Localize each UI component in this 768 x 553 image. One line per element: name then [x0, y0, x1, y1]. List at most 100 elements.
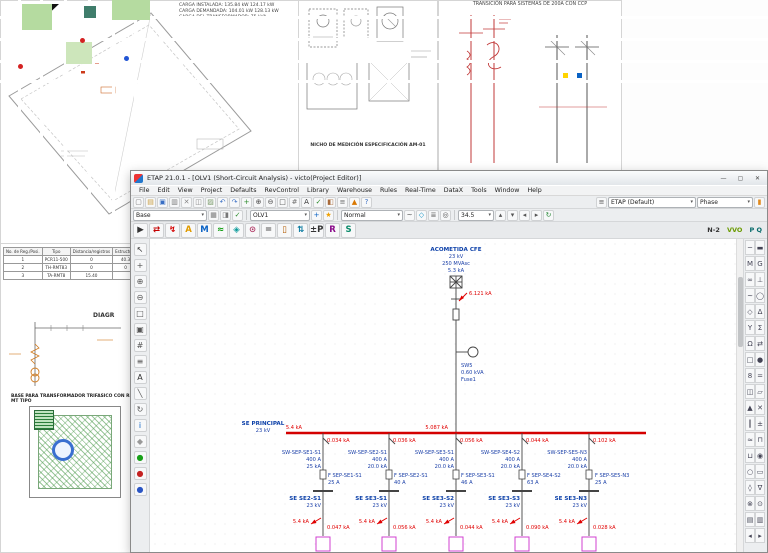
menu-item[interactable]: Library — [303, 187, 333, 194]
fuse-icon[interactable] — [518, 469, 526, 480]
palette-element-icon[interactable]: ▤ — [745, 512, 755, 527]
revision-combo[interactable]: Base ▾ — [133, 209, 207, 221]
palette-element-icon[interactable]: 8 — [745, 368, 755, 383]
scrollbar-thumb[interactable] — [738, 277, 743, 347]
oneline-canvas[interactable]: ACOMETIDA CFE 23 kV 250 MVAsc 5.3 kA 6.1… — [150, 239, 743, 552]
menu-item[interactable]: Defaults — [226, 187, 260, 194]
alert-icon[interactable]: ▲ — [349, 196, 360, 208]
palette-element-icon[interactable]: ● — [755, 352, 765, 367]
optimal-power-flow-mode-icon[interactable]: ±P — [309, 222, 324, 238]
zoom-out-tool-icon[interactable]: ⊖ — [133, 291, 147, 304]
menu-item[interactable]: Warehouse — [333, 187, 376, 194]
power-grid-icon[interactable] — [449, 275, 463, 289]
new-icon[interactable]: ▢ — [133, 196, 144, 208]
harmonic-mode-icon[interactable]: ≈ — [213, 222, 228, 238]
palette-element-icon[interactable]: ▱ — [755, 384, 765, 399]
theme-icon[interactable]: ◧ — [325, 196, 336, 208]
data-manager-icon[interactable]: ▦ — [208, 209, 219, 221]
palette-element-icon[interactable]: ◊ — [745, 480, 755, 495]
palette-element-icon[interactable]: ▬ — [755, 240, 765, 255]
menu-item[interactable]: Rules — [376, 187, 401, 194]
palette-element-icon[interactable]: ⊓ — [755, 432, 765, 447]
fuse-icon[interactable] — [452, 308, 460, 321]
hamburger-icon[interactable]: ≡ — [596, 196, 607, 208]
maximize-button[interactable]: ▢ — [734, 175, 747, 182]
prev-icon[interactable]: ◂ — [519, 209, 530, 221]
menu-item[interactable]: RevControl — [261, 187, 303, 194]
layers-icon[interactable]: ≣ — [428, 209, 439, 221]
fuse-icon[interactable] — [585, 469, 593, 480]
refresh-icon[interactable]: ↻ — [543, 209, 554, 221]
palette-element-icon[interactable]: ║ — [745, 416, 755, 431]
text-icon[interactable]: A — [301, 196, 312, 208]
kv-combo[interactable]: 34.5 ▾ — [458, 209, 494, 221]
unbalanced-mode-icon[interactable]: ⇅ — [293, 222, 308, 238]
transient-mode-icon[interactable]: ◈ — [229, 222, 244, 238]
palette-element-icon[interactable]: ◯ — [755, 288, 765, 303]
zoom-in-tool-icon[interactable]: ⊕ — [133, 275, 147, 288]
transformer-icon[interactable] — [381, 536, 397, 552]
grid-toggle-icon[interactable]: # — [133, 339, 147, 352]
menu-item[interactable]: File — [135, 187, 154, 194]
compare-icon[interactable]: ◨ — [220, 209, 231, 221]
palette-element-icon[interactable]: ◉ — [755, 448, 765, 463]
import-database-icon[interactable]: ▮ — [754, 196, 765, 208]
line-tool-icon[interactable]: ╲ — [133, 387, 147, 400]
minimize-button[interactable]: — — [717, 175, 730, 182]
overview-icon[interactable]: ▣ — [133, 323, 147, 336]
phase-combo[interactable]: Phase ▾ — [697, 196, 753, 208]
transformer-icon[interactable] — [514, 536, 530, 552]
palette-element-icon[interactable]: Σ — [755, 320, 765, 335]
palette-element-icon[interactable]: □ — [745, 352, 755, 367]
menu-item[interactable]: Tools — [467, 187, 491, 194]
palette-element-icon[interactable]: ◇ — [745, 304, 755, 319]
fuse-icon[interactable] — [319, 469, 327, 480]
project-combo[interactable]: ETAP (Default) ▾ — [608, 196, 696, 208]
zoom-out-icon[interactable]: ⊖ — [265, 196, 276, 208]
switch-sw5[interactable]: SW5 0.60 kVA Fuse1 — [456, 346, 484, 383]
transformer-icon[interactable] — [581, 536, 597, 552]
menu-item[interactable]: Real-Time — [401, 187, 440, 194]
palette-element-icon[interactable]: = — [755, 368, 765, 383]
up-icon[interactable]: ▴ — [495, 209, 506, 221]
palette-element-icon[interactable]: ▲ — [745, 400, 755, 415]
transformer-icon[interactable] — [315, 536, 331, 552]
report-icon[interactable]: ● — [133, 483, 147, 496]
rotate-icon[interactable]: ↻ — [133, 403, 147, 416]
pan-tool-icon[interactable]: + — [133, 259, 147, 272]
palette-element-icon[interactable]: ⊙ — [755, 496, 765, 511]
hierarchy-icon[interactable]: ≡ — [337, 196, 348, 208]
cut-icon[interactable]: ✕ — [181, 196, 192, 208]
palette-element-icon[interactable]: ▭ — [755, 464, 765, 479]
pan-icon[interactable]: + — [241, 196, 252, 208]
edit-mode-icon[interactable]: ▶ — [133, 222, 148, 238]
select-icon[interactable]: ↖ — [133, 243, 147, 256]
stop-icon[interactable]: ● — [133, 467, 147, 480]
palette-element-icon[interactable]: ◂ — [745, 528, 755, 543]
main-bus[interactable]: SE PRINCIPAL 23 kV 5.087 kA 5.4 kA — [242, 421, 646, 435]
vertical-scrollbar[interactable] — [736, 239, 743, 552]
arc-flash-mode-icon[interactable]: A — [181, 222, 196, 238]
new-presentation-icon[interactable]: + — [311, 209, 322, 221]
grid-icon[interactable]: # — [289, 196, 300, 208]
palette-element-icon[interactable]: Y — [745, 320, 755, 335]
presentation-combo[interactable]: Normal ▾ — [341, 209, 403, 221]
menu-item[interactable]: Project — [197, 187, 227, 194]
palette-element-icon[interactable]: ∞ — [745, 272, 755, 287]
load-flow-mode-icon[interactable]: ⇄ — [149, 222, 164, 238]
palette-element-icon[interactable]: ▥ — [755, 512, 765, 527]
validate-icon[interactable]: ✓ — [232, 209, 243, 221]
pq-mode-icon[interactable]: P Q — [746, 226, 765, 234]
menu-item[interactable]: DataX — [440, 187, 467, 194]
info-icon[interactable]: i — [133, 419, 147, 432]
title-bar[interactable]: ETAP 21.0.1 - [OLV1 (Short-Circuit Analy… — [131, 171, 767, 185]
palette-element-icon[interactable]: ⊗ — [745, 496, 755, 511]
palette-element-icon[interactable]: ▸ — [755, 528, 765, 543]
palette-element-icon[interactable]: Ω — [745, 336, 755, 351]
one-line-icon[interactable]: ~ — [404, 209, 415, 221]
down-icon[interactable]: ▾ — [507, 209, 518, 221]
run-icon[interactable]: ● — [133, 451, 147, 464]
palette-element-icon[interactable]: ○ — [745, 464, 755, 479]
palette-element-icon[interactable]: ≈ — [745, 432, 755, 447]
dc-load-flow-mode-icon[interactable]: = — [261, 222, 276, 238]
